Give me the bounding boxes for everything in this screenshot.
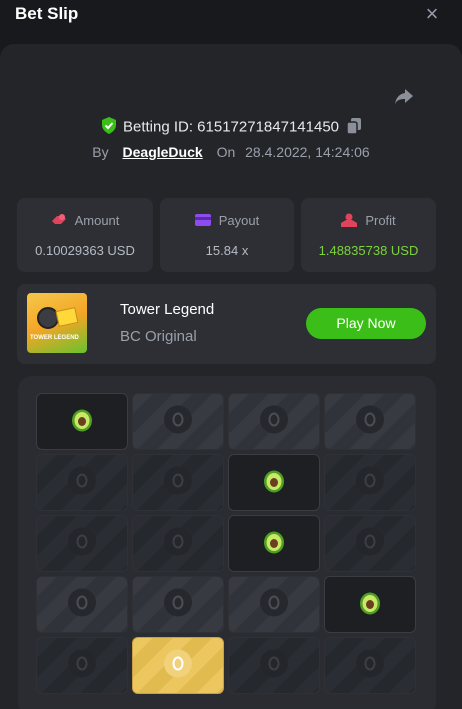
profit-stat: Profit 1.48835738 USD	[301, 198, 436, 272]
profit-value: 1.48835738 USD	[318, 243, 419, 258]
payout-icon	[194, 214, 211, 226]
tower-image	[55, 307, 79, 327]
tile-r3-c4	[324, 515, 416, 572]
bet-date: 28.4.2022, 14:24:06	[245, 144, 370, 160]
bettor-username-link[interactable]: DeagleDuck	[123, 144, 203, 160]
amount-stat: Amount 0.10029363 USD	[17, 198, 153, 272]
profit-icon	[341, 213, 358, 227]
egg-icon	[163, 465, 193, 500]
bettor-row: By DeagleDuck On 28.4.2022, 14:24:06	[0, 144, 462, 160]
egg-icon	[163, 587, 193, 622]
tile-r1-c2	[132, 393, 224, 450]
tile-r1-c4	[324, 393, 416, 450]
tile-r2-c3	[228, 454, 320, 511]
game-subtitle: BC Original	[120, 328, 197, 345]
egg-icon	[67, 648, 97, 683]
payout-value: 15.84 x	[205, 243, 249, 258]
betting-id: Betting ID: 61517271847141450	[122, 118, 340, 136]
on-label: On	[216, 144, 236, 160]
play-now-button[interactable]: Play Now	[306, 308, 426, 339]
game-thumbnail[interactable]: TOWER LEGEND	[27, 293, 87, 353]
amount-value: 0.10029363 USD	[35, 243, 135, 258]
game-board	[18, 376, 436, 709]
payout-stat: Payout 15.84 x	[160, 198, 294, 272]
payout-label-row: Payout	[160, 213, 294, 228]
tile-r2-c1	[36, 454, 128, 511]
egg-icon	[163, 526, 193, 561]
egg-icon	[67, 526, 97, 561]
avocado-icon	[71, 406, 93, 437]
tile-r4-c1	[36, 576, 128, 633]
egg-icon	[259, 587, 289, 622]
avocado-icon	[359, 589, 381, 620]
amount-label-row: Amount	[17, 213, 153, 228]
tile-r4-c2	[132, 576, 224, 633]
share-icon[interactable]	[392, 84, 416, 108]
egg-icon	[67, 465, 97, 500]
tile-r4-c3	[228, 576, 320, 633]
tile-r5-c4	[324, 637, 416, 694]
by-label: By	[92, 144, 109, 160]
egg-icon	[355, 404, 385, 439]
tile-r2-c2	[132, 454, 224, 511]
game-name: Tower Legend	[120, 301, 215, 318]
profit-label-row: Profit	[301, 213, 436, 228]
egg-icon	[259, 404, 289, 439]
amount-icon	[51, 214, 66, 224]
betting-id-row: Betting ID: 61517271847141450	[0, 117, 462, 137]
tile-r2-c4	[324, 454, 416, 511]
avocado-icon	[263, 467, 285, 498]
tile-r5-c3	[228, 637, 320, 694]
close-icon[interactable]: ×	[420, 2, 444, 26]
egg-icon	[163, 404, 193, 439]
page-title: Bet Slip	[15, 4, 79, 23]
tile-r4-c4	[324, 576, 416, 633]
egg-icon	[355, 465, 385, 500]
avocado-icon	[263, 528, 285, 559]
thumbnail-logo-text: TOWER LEGEND	[30, 335, 79, 341]
shield-check-icon	[101, 117, 117, 138]
tile-r5-c1	[36, 637, 128, 694]
tile-r5-c2	[132, 637, 224, 694]
egg-icon	[355, 526, 385, 561]
egg-icon	[259, 648, 289, 683]
tile-r3-c1	[36, 515, 128, 572]
tile-r3-c3	[228, 515, 320, 572]
copy-icon[interactable]	[346, 117, 362, 138]
tile-r1-c1	[36, 393, 128, 450]
tile-r3-c2	[132, 515, 224, 572]
egg-icon	[163, 648, 193, 683]
tile-r1-c3	[228, 393, 320, 450]
egg-icon	[355, 648, 385, 683]
bet-slip-header: Bet Slip ×	[0, 0, 462, 30]
egg-icon	[67, 587, 97, 622]
